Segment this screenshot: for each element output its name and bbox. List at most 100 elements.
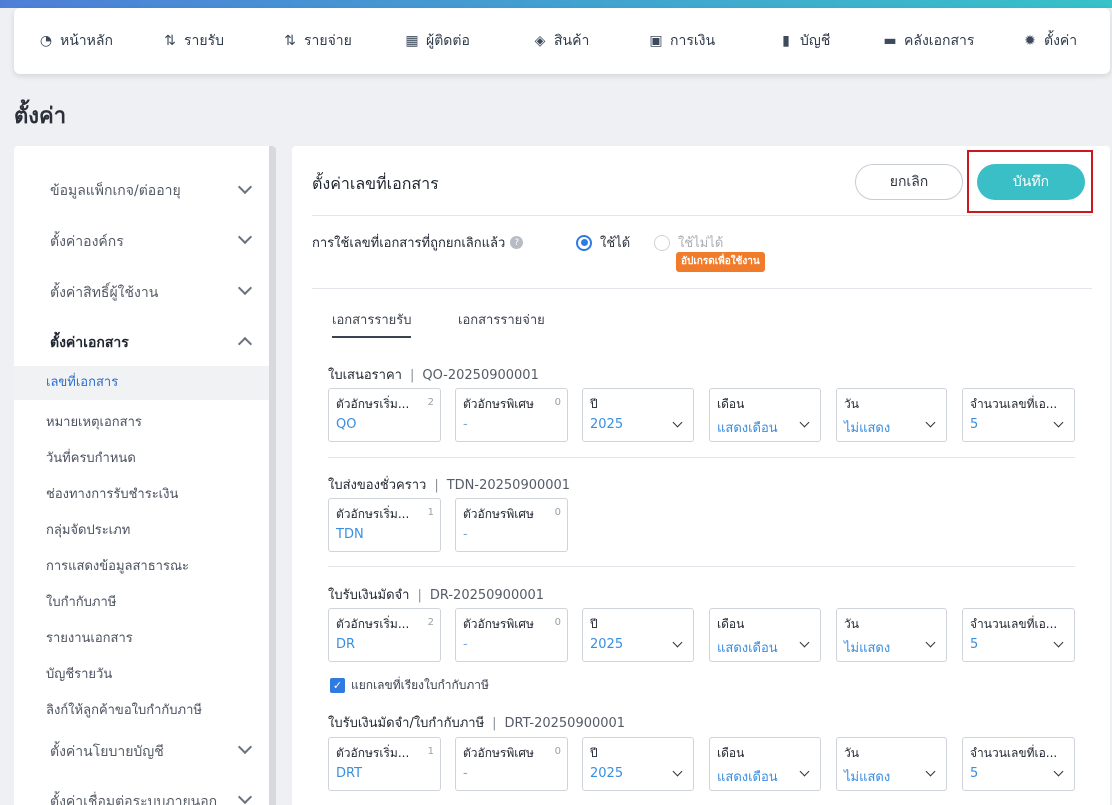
sidebar-scrollbar[interactable]: [269, 146, 276, 805]
digits-select[interactable]: จำนวนเลขที่เอ... 5: [962, 737, 1075, 791]
sidebar-group-documents[interactable]: ตั้งค่าเอกสาร: [50, 332, 129, 354]
sidebar-group-permissions[interactable]: ตั้งค่าสิทธิ์ผู้ใช้งาน: [50, 282, 158, 304]
divider: [328, 457, 1075, 458]
income-icon: ⇅: [164, 33, 176, 49]
radio-allowed[interactable]: ใช้ได้: [576, 232, 630, 253]
doc-number-settings-panel: ตั้งค่าเลขที่เอกสาร ยกเลิก บันทึก การใช้…: [292, 146, 1110, 805]
prefix-field[interactable]: ตัวอักษรเริ่ม... 2 QO: [328, 388, 441, 442]
top-gradient-strip: [0, 0, 1112, 8]
day-select[interactable]: วัน ไม่แสดง: [836, 388, 947, 442]
special-char-field[interactable]: ตัวอักษรพิเศษ 0-: [455, 498, 568, 552]
contacts-icon: ▦: [405, 33, 419, 49]
chevron-down-icon: [799, 637, 810, 648]
nav-item-accounting[interactable]: ▮ บัญชี: [778, 26, 882, 56]
dashboard-icon: ◔: [39, 33, 53, 49]
sidebar-item-doc-report[interactable]: รายงานเอกสาร: [46, 627, 133, 648]
sidebar-item-tax-invoice[interactable]: ใบกำกับภาษี: [46, 591, 116, 612]
sidebar-item-customer-tax-link[interactable]: ลิงก์ให้ลูกค้าขอใบกำกับภาษี: [46, 699, 202, 720]
page-title: ตั้งค่า: [14, 104, 67, 129]
chevron-down-icon[interactable]: [237, 739, 253, 755]
sidebar-group-integrations[interactable]: ตั้งค่าเชื่อมต่อระบบภายนอก: [50, 791, 217, 805]
nav-item-contacts[interactable]: ▦ ผู้ติดต่อ: [404, 26, 532, 56]
folder-icon: ▬: [883, 33, 897, 49]
doc-heading-temp-delivery: ใบส่งของชั่วคราว | TDN-20250900001: [328, 478, 571, 493]
product-icon: ◈: [534, 33, 546, 49]
sidebar-item-due-date[interactable]: วันที่ครบกำหนด: [46, 447, 136, 468]
accounting-icon: ▮: [782, 33, 790, 49]
year-select[interactable]: ปี 2025: [582, 737, 694, 791]
nav-item-income[interactable]: ⇅ รายรับ: [162, 26, 282, 56]
prefix-field[interactable]: ตัวอักษรเริ่ม... 1 DRT: [328, 737, 441, 791]
checkbox-checked-icon[interactable]: ✓: [330, 678, 345, 693]
chevron-down-icon[interactable]: [237, 280, 253, 296]
digits-select[interactable]: จำนวนเลขที่เอ... 5: [962, 388, 1075, 442]
sidebar-item-journal[interactable]: บัญชีรายวัน: [46, 663, 112, 684]
chevron-down-icon[interactable]: [237, 789, 253, 805]
settings-sidebar: ข้อมูลแพ็กเกจ/ต่ออายุ ตั้งค่าองค์กร ตั้ง…: [14, 146, 276, 805]
cancel-button[interactable]: ยกเลิก: [855, 164, 963, 200]
doc-heading-deposit-tax-invoice: ใบรับเงินมัดจำ/ใบกำกับภาษี | DRT-202509000…: [328, 716, 626, 731]
digits-select[interactable]: จำนวนเลขที่เอ... 5: [962, 608, 1075, 662]
year-select[interactable]: ปี 2025: [582, 608, 694, 662]
nav-item-products[interactable]: ◈ สินค้า: [532, 26, 648, 56]
save-button[interactable]: บันทึก: [977, 164, 1085, 200]
nav-item-expense[interactable]: ⇅ รายจ่าย: [282, 26, 404, 56]
sidebar-group-accounting-policy[interactable]: ตั้งค่านโยบายบัญชี: [50, 741, 164, 763]
tab-expense-docs[interactable]: เอกสารรายจ่าย: [458, 309, 545, 330]
chevron-down-icon: [925, 766, 936, 777]
sidebar-item-doc-number[interactable]: เลขที่เอกสาร: [14, 366, 269, 400]
divider: [312, 215, 1092, 216]
radio-not-allowed: ใช้ไม่ได้: [654, 232, 723, 253]
divider: [312, 288, 1092, 289]
day-select[interactable]: วัน ไม่แสดง: [836, 737, 947, 791]
sidebar-item-public-info[interactable]: การแสดงข้อมูลสาธารณะ: [46, 555, 189, 576]
month-select[interactable]: เดือน แสดงเดือน: [709, 737, 821, 791]
chevron-down-icon: [799, 766, 810, 777]
help-icon[interactable]: ?: [510, 236, 524, 249]
chevron-up-icon[interactable]: [237, 336, 253, 352]
sidebar-item-payment-channels[interactable]: ช่องทางการรับชำระเงิน: [46, 483, 178, 504]
chevron-down-icon: [925, 417, 936, 428]
nav-item-home[interactable]: ◔ หน้าหลัก: [38, 26, 162, 56]
day-select[interactable]: วัน ไม่แสดง: [836, 608, 947, 662]
chevron-down-icon: [1053, 766, 1064, 777]
special-char-field[interactable]: ตัวอักษรพิเศษ 0-: [455, 737, 568, 791]
month-select[interactable]: เดือน แสดงเดือน: [709, 608, 821, 662]
top-navigation: ◔ หน้าหลัก ⇅ รายรับ ⇅ รายจ่าย ▦ ผู้ติดต่อ ◈ ส…: [14, 8, 1110, 74]
special-char-field[interactable]: ตัวอักษรพิเศษ 0-: [455, 608, 568, 662]
nav-item-documents[interactable]: ▬ คลังเอกสาร: [882, 26, 1022, 56]
sidebar-item-categories[interactable]: กลุ่มจัดประเภท: [46, 519, 130, 540]
sidebar-item-doc-notes[interactable]: หมายเหตุเอกสาร: [46, 411, 142, 432]
finance-icon: ▣: [649, 33, 663, 49]
chevron-down-icon[interactable]: [237, 229, 253, 245]
sidebar-group-organization[interactable]: ตั้งค่าองค์กร: [50, 231, 124, 253]
chevron-down-icon[interactable]: [237, 179, 253, 195]
chevron-down-icon: [925, 637, 936, 648]
prefix-field[interactable]: ตัวอักษรเริ่ม... 1 TDN: [328, 498, 441, 552]
radio-unselected-icon: [654, 234, 670, 251]
year-select[interactable]: ปี 2025: [582, 388, 694, 442]
divider: [328, 566, 1075, 567]
chevron-down-icon: [799, 417, 810, 428]
nav-item-settings[interactable]: ✹ ตั้งค่า: [1022, 26, 1102, 56]
separate-tax-invoice-numbering[interactable]: ✓ แยกเลขที่เรียงใบกำกับภาษี: [330, 676, 489, 695]
chevron-down-icon: [672, 766, 683, 777]
chevron-down-icon: [672, 637, 683, 648]
doc-heading-deposit-receipt: ใบรับเงินมัดจำ | DR-20250900001: [328, 588, 545, 603]
chevron-down-icon: [672, 417, 683, 428]
reuse-cancelled-question: การใช้เลขที่เอกสารที่ถูกยกเลิกแล้ว ?: [312, 232, 524, 253]
chevron-down-icon: [1053, 637, 1064, 648]
month-select[interactable]: เดือน แสดงเดือน: [709, 388, 821, 442]
panel-title: ตั้งค่าเลขที่เอกสาร: [312, 174, 439, 193]
tab-income-docs[interactable]: เอกสารรายรับ: [332, 309, 412, 338]
gear-icon: ✹: [1024, 33, 1036, 49]
special-char-field[interactable]: ตัวอักษรพิเศษ 0-: [455, 388, 568, 442]
nav-item-finance[interactable]: ▣ การเงิน: [648, 26, 778, 56]
chevron-down-icon: [1053, 417, 1064, 428]
upgrade-badge[interactable]: อัปเกรดเพื่อใช้งาน: [676, 252, 765, 272]
sidebar-group-package[interactable]: ข้อมูลแพ็กเกจ/ต่ออายุ: [50, 180, 181, 202]
expense-icon: ⇅: [284, 33, 296, 49]
doc-heading-quotation: ใบเสนอราคา | QO-20250900001: [328, 368, 539, 383]
radio-selected-icon: [576, 234, 592, 251]
prefix-field[interactable]: ตัวอักษรเริ่ม... 2 DR: [328, 608, 441, 662]
